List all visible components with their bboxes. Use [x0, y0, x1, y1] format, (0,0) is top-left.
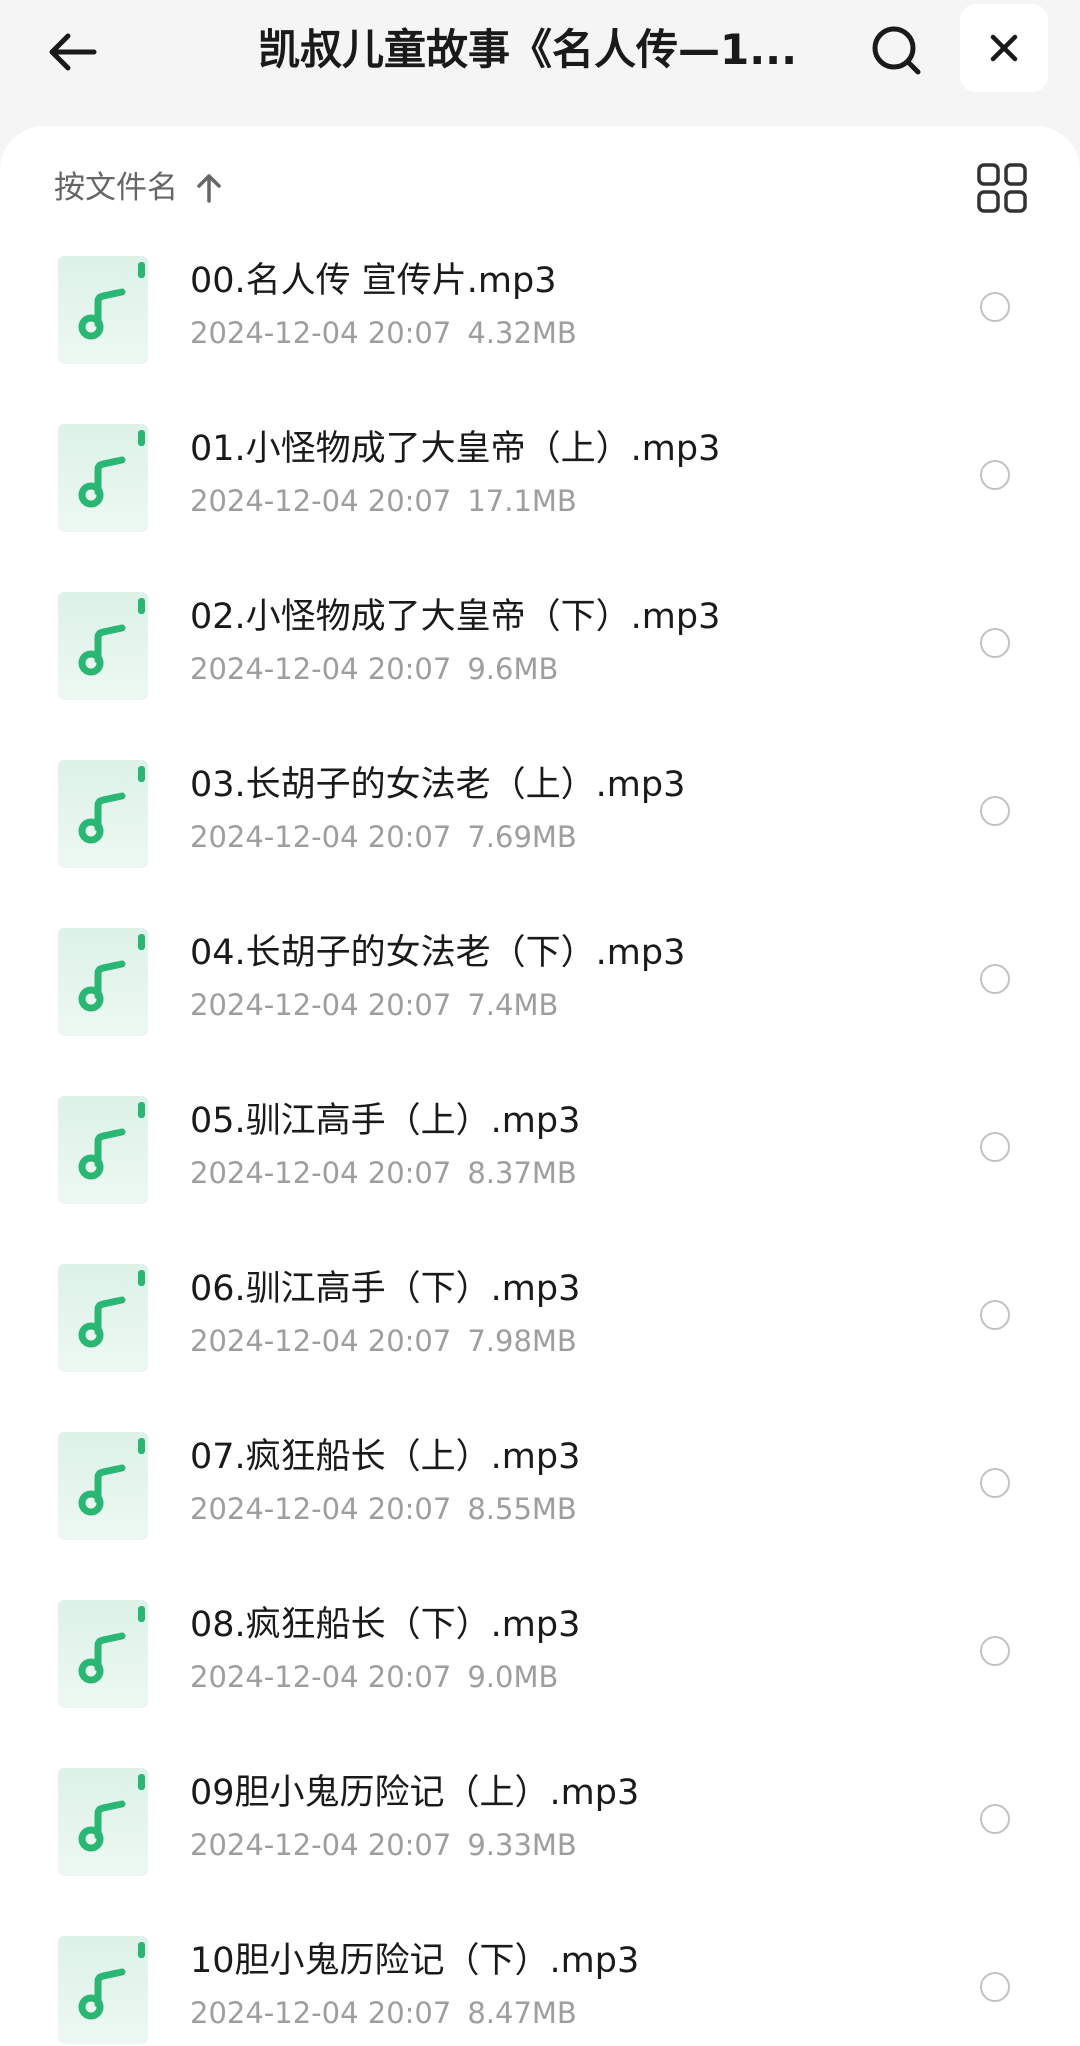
file-size: 7.69MB	[467, 820, 577, 854]
file-row[interactable]: 02.小怪物成了大皇帝（下）.mp3 2024-12-04 20:07 9.6MB	[0, 578, 1080, 746]
select-checkbox[interactable]	[980, 1972, 1010, 2002]
select-checkbox[interactable]	[980, 292, 1010, 322]
file-meta: 2024-12-04 20:07 9.0MB	[190, 1656, 558, 1698]
file-size: 9.0MB	[467, 1660, 559, 1694]
audio-file-icon	[58, 424, 148, 532]
file-row[interactable]: 09胆小鬼历险记（上）.mp3 2024-12-04 20:07 9.33MB	[0, 1754, 1080, 1922]
file-meta: 2024-12-04 20:07 7.69MB	[190, 816, 577, 858]
file-size: 17.1MB	[467, 484, 577, 518]
select-checkbox[interactable]	[980, 628, 1010, 658]
file-date: 2024-12-04 20:07	[190, 1324, 452, 1358]
file-date: 2024-12-04 20:07	[190, 652, 452, 686]
select-checkbox[interactable]	[980, 796, 1010, 826]
close-button[interactable]	[960, 4, 1048, 92]
file-size: 8.47MB	[467, 1996, 577, 2030]
file-meta: 2024-12-04 20:07 9.33MB	[190, 1824, 577, 1866]
file-name: 04.长胡子的女法老（下）.mp3	[190, 933, 686, 973]
arrow-left-icon	[49, 33, 97, 71]
file-row[interactable]: 05.驯江高手（上）.mp3 2024-12-04 20:07 8.37MB	[0, 1082, 1080, 1250]
file-date: 2024-12-04 20:07	[190, 1156, 452, 1190]
audio-file-icon	[58, 1600, 148, 1708]
search-button[interactable]	[854, 8, 938, 92]
file-row[interactable]: 06.驯江高手（下）.mp3 2024-12-04 20:07 7.98MB	[0, 1250, 1080, 1418]
file-row[interactable]: 07.疯狂船长（上）.mp3 2024-12-04 20:07 8.55MB	[0, 1418, 1080, 1586]
file-row[interactable]: 00.名人传 宣传片.mp3 2024-12-04 20:07 4.32MB	[0, 242, 1080, 410]
select-checkbox[interactable]	[980, 1300, 1010, 1330]
file-meta: 2024-12-04 20:07 8.55MB	[190, 1488, 577, 1530]
file-meta: 2024-12-04 20:07 8.47MB	[190, 1992, 577, 2034]
top-bar: 凯叔儿童故事《名人传—1...	[0, 0, 1080, 125]
file-meta: 2024-12-04 20:07 7.4MB	[190, 984, 558, 1026]
file-name: 06.驯江高手（下）.mp3	[190, 1269, 581, 1309]
file-size: 9.33MB	[467, 1828, 577, 1862]
search-icon	[872, 26, 921, 75]
file-name: 01.小怪物成了大皇帝（上）.mp3	[190, 429, 721, 469]
file-name: 10胆小鬼历险记（下）.mp3	[190, 1941, 640, 1981]
file-size: 8.37MB	[467, 1156, 577, 1190]
file-date: 2024-12-04 20:07	[190, 484, 452, 518]
file-date: 2024-12-04 20:07	[190, 1660, 452, 1694]
file-date: 2024-12-04 20:07	[190, 1828, 452, 1862]
audio-file-icon	[58, 256, 148, 364]
file-name: 02.小怪物成了大皇帝（下）.mp3	[190, 597, 721, 637]
file-meta: 2024-12-04 20:07 17.1MB	[190, 480, 577, 522]
file-list: 00.名人传 宣传片.mp3 2024-12-04 20:07 4.32MB 01…	[0, 242, 1080, 2046]
sort-by-filename-button[interactable]: 按文件名	[54, 156, 222, 220]
file-date: 2024-12-04 20:07	[190, 1996, 452, 2030]
sort-label: 按文件名	[54, 170, 178, 206]
select-checkbox[interactable]	[980, 1132, 1010, 1162]
file-name: 05.驯江高手（上）.mp3	[190, 1101, 581, 1141]
select-checkbox[interactable]	[980, 1804, 1010, 1834]
file-name: 08.疯狂船长（下）.mp3	[190, 1605, 581, 1645]
audio-file-icon	[58, 1096, 148, 1204]
audio-file-icon	[58, 1768, 148, 1876]
file-meta: 2024-12-04 20:07 9.6MB	[190, 648, 558, 690]
file-name: 00.名人传 宣传片.mp3	[190, 261, 557, 301]
arrow-up-icon	[196, 173, 222, 203]
audio-file-icon	[58, 1264, 148, 1372]
sort-bar: 按文件名	[0, 156, 1080, 220]
select-checkbox[interactable]	[980, 1636, 1010, 1666]
grid-view-icon	[977, 163, 1027, 213]
file-row[interactable]: 03.长胡子的女法老（上）.mp3 2024-12-04 20:07 7.69MB	[0, 746, 1080, 914]
file-name: 03.长胡子的女法老（上）.mp3	[190, 765, 686, 805]
file-date: 2024-12-04 20:07	[190, 1492, 452, 1526]
audio-file-icon	[58, 1432, 148, 1540]
file-row[interactable]: 01.小怪物成了大皇帝（上）.mp3 2024-12-04 20:07 17.1M…	[0, 410, 1080, 578]
file-size: 7.4MB	[467, 988, 559, 1022]
file-row[interactable]: 08.疯狂船长（下）.mp3 2024-12-04 20:07 9.0MB	[0, 1586, 1080, 1754]
file-row[interactable]: 10胆小鬼历险记（下）.mp3 2024-12-04 20:07 8.47MB	[0, 1922, 1080, 2046]
audio-file-icon	[58, 928, 148, 1036]
grid-view-button[interactable]	[976, 162, 1028, 214]
select-checkbox[interactable]	[980, 460, 1010, 490]
file-row[interactable]: 04.长胡子的女法老（下）.mp3 2024-12-04 20:07 7.4MB	[0, 914, 1080, 1082]
file-name: 07.疯狂船长（上）.mp3	[190, 1437, 581, 1477]
select-checkbox[interactable]	[980, 1468, 1010, 1498]
close-icon	[990, 34, 1018, 62]
page-title: 凯叔儿童故事《名人传—1...	[258, 25, 798, 74]
file-date: 2024-12-04 20:07	[190, 988, 452, 1022]
file-date: 2024-12-04 20:07	[190, 316, 452, 350]
file-size: 4.32MB	[467, 316, 577, 350]
file-name: 09胆小鬼历险记（上）.mp3	[190, 1773, 640, 1813]
file-date: 2024-12-04 20:07	[190, 820, 452, 854]
audio-file-icon	[58, 592, 148, 700]
back-button[interactable]	[30, 10, 114, 94]
file-size: 7.98MB	[467, 1324, 577, 1358]
select-checkbox[interactable]	[980, 964, 1010, 994]
file-list-panel: 按文件名 00.名人传 宣传片.mp3 2024-12-04 20:07 4.3…	[0, 126, 1080, 2046]
file-size: 8.55MB	[467, 1492, 577, 1526]
audio-file-icon	[58, 760, 148, 868]
file-meta: 2024-12-04 20:07 4.32MB	[190, 312, 577, 354]
file-meta: 2024-12-04 20:07 8.37MB	[190, 1152, 577, 1194]
file-size: 9.6MB	[467, 652, 559, 686]
audio-file-icon	[58, 1936, 148, 2044]
file-meta: 2024-12-04 20:07 7.98MB	[190, 1320, 577, 1362]
